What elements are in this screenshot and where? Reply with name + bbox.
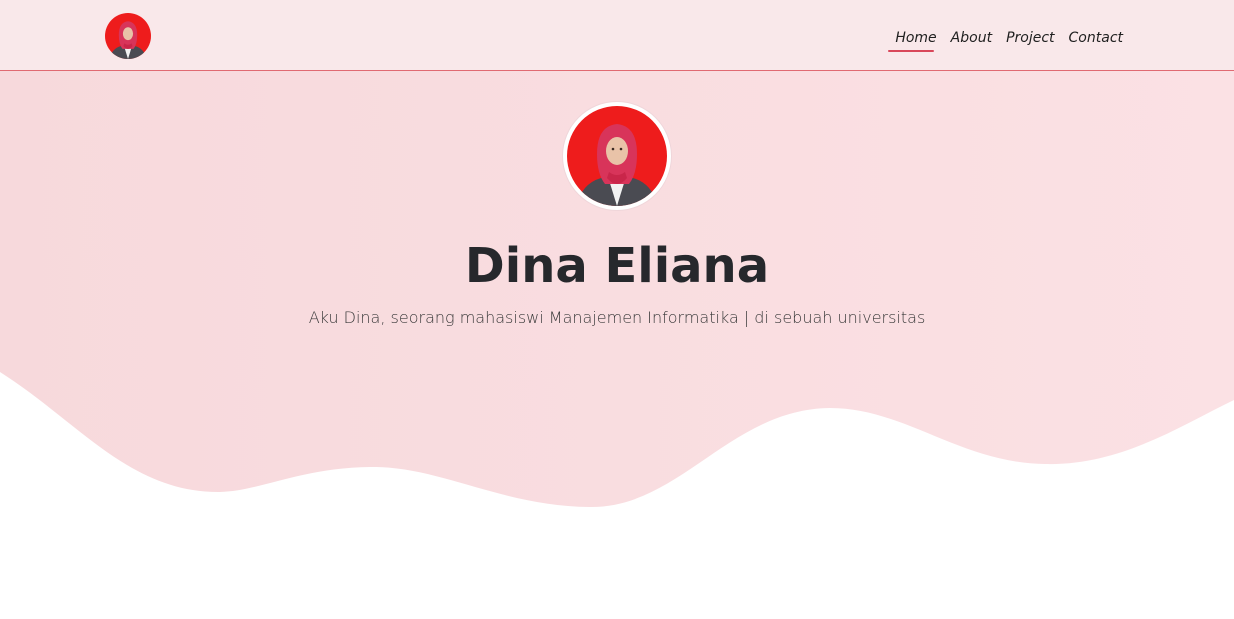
page: Home About Project Contact Dina Eliana A…: [0, 0, 1234, 619]
hero-avatar: [563, 102, 671, 210]
profile-photo-icon: [105, 13, 151, 59]
nav-about-link[interactable]: About: [951, 29, 992, 47]
hero-section: Dina Eliana Aku Dina, seorang mahasiswi …: [0, 71, 1234, 371]
nav-project-link[interactable]: Project: [1006, 29, 1054, 47]
profile-photo-icon: [567, 106, 667, 206]
navbar: Home About Project Contact: [0, 0, 1234, 71]
nav-contact-link[interactable]: Contact: [1069, 29, 1123, 47]
nav-home-link[interactable]: Home: [888, 29, 937, 52]
hero-name-title: Dina Eliana: [464, 238, 770, 294]
hero-tagline: Aku Dina, seorang mahasiswi Manajemen In…: [308, 308, 926, 327]
nav-logo-avatar[interactable]: [105, 13, 151, 59]
nav-links: Home About Project Contact: [888, 29, 1123, 52]
